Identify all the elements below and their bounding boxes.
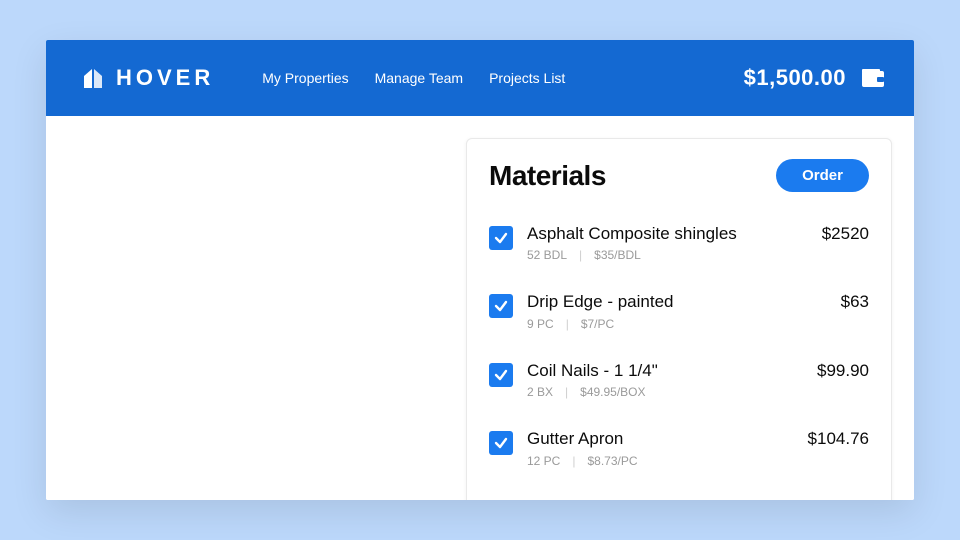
item-name: Gutter Apron xyxy=(527,429,794,449)
item-total: $104.76 xyxy=(808,429,869,449)
app-header: HOVER My Properties Manage Team Projects… xyxy=(46,40,914,116)
balance-amount: $1,500.00 xyxy=(744,65,846,91)
item-unit-price: $49.95/BOX xyxy=(580,385,645,399)
nav-my-properties[interactable]: My Properties xyxy=(262,70,348,86)
brand-text: HOVER xyxy=(116,65,214,91)
list-item: Drip Edge - painted 9 PC | $7/PC $63 xyxy=(489,278,869,346)
content-area: Materials Order Asphalt Composite shingl… xyxy=(46,116,914,500)
item-unit-price: $8.73/PC xyxy=(587,454,637,468)
top-nav: My Properties Manage Team Projects List xyxy=(262,70,565,86)
item-qty: 12 PC xyxy=(527,454,560,468)
item-qty: 2 BX xyxy=(527,385,553,399)
list-item: Coil Nails - 1 1/4" 2 BX | $49.95/BOX $9… xyxy=(489,347,869,415)
brand: HOVER xyxy=(80,65,214,91)
separator: | xyxy=(572,454,575,468)
separator: | xyxy=(565,385,568,399)
check-icon xyxy=(493,367,509,383)
checkbox[interactable] xyxy=(489,363,513,387)
wallet-icon[interactable] xyxy=(862,69,884,87)
list-item-partial xyxy=(489,484,869,500)
check-icon xyxy=(493,298,509,314)
item-unit-price: $7/PC xyxy=(581,317,614,331)
item-total: $63 xyxy=(841,292,869,312)
checkbox[interactable] xyxy=(489,226,513,250)
list-item: Gutter Apron 12 PC | $8.73/PC $104.76 xyxy=(489,415,869,483)
hover-logo-icon xyxy=(80,66,106,90)
balance-container: $1,500.00 xyxy=(744,65,884,91)
materials-card: Materials Order Asphalt Composite shingl… xyxy=(466,138,892,500)
nav-projects-list[interactable]: Projects List xyxy=(489,70,565,86)
item-name: Drip Edge - painted xyxy=(527,292,827,312)
item-name: Coil Nails - 1 1/4" xyxy=(527,361,803,381)
order-button[interactable]: Order xyxy=(776,159,869,192)
item-qty: 52 BDL xyxy=(527,248,567,262)
nav-manage-team[interactable]: Manage Team xyxy=(375,70,463,86)
list-item: Asphalt Composite shingles 52 BDL | $35/… xyxy=(489,210,869,278)
separator: | xyxy=(566,317,569,331)
item-name: Asphalt Composite shingles xyxy=(527,224,808,244)
check-icon xyxy=(493,435,509,451)
separator: | xyxy=(579,248,582,262)
card-title: Materials xyxy=(489,160,606,192)
checkbox[interactable] xyxy=(489,294,513,318)
item-unit-price: $35/BDL xyxy=(594,248,641,262)
item-qty: 9 PC xyxy=(527,317,554,331)
checkbox[interactable] xyxy=(489,431,513,455)
app-window: HOVER My Properties Manage Team Projects… xyxy=(46,40,914,500)
materials-list: Asphalt Composite shingles 52 BDL | $35/… xyxy=(489,210,869,500)
check-icon xyxy=(493,230,509,246)
item-total: $2520 xyxy=(822,224,869,244)
item-total: $99.90 xyxy=(817,361,869,381)
card-header: Materials Order xyxy=(489,159,869,192)
